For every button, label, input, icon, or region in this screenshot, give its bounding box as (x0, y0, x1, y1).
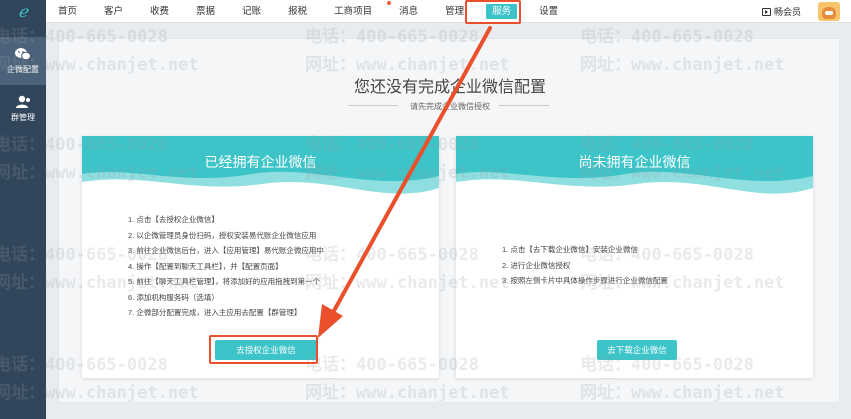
member-label: 畅会员 (774, 7, 802, 17)
card-header: 尚未拥有企业微信 (456, 136, 813, 208)
card-title: 尚未拥有企业微信 (578, 154, 691, 170)
nav-bookkeeping[interactable]: 记账 (242, 0, 261, 23)
top-nav-bar: ℯ 首页 客户 收费 票据 记账 报税 工商项目 消息 管理 服务 设置 畅会员 (0, 0, 851, 23)
annotation-highlight-service (465, 0, 521, 24)
avatar[interactable] (818, 2, 840, 21)
notification-dot (387, 1, 392, 5)
step-item: 5. 前往【聊天工具栏管理】，将添加好的应用拖拽到第一个 (128, 277, 321, 286)
step-item: 3. 前往企业微信后台，进入【应用管理】易代账企微应用中 (128, 246, 324, 255)
step-item: 7. 企微部分配置完成，进入主应用去配置【群管理】 (128, 308, 302, 317)
group-user-icon (16, 95, 30, 108)
wechat-work-icon (15, 48, 31, 61)
sidebar-item-label: 企微配置 (7, 65, 39, 74)
sidebar-item-label: 群管理 (11, 113, 35, 122)
nav-messages[interactable]: 消息 (387, 0, 419, 23)
steps-list: 1. 点击【去授权企业微信】 2. 以企微管理员身份扫码，授权安装易代账企业微信… (128, 212, 324, 321)
card-title: 已经拥有企业微信 (204, 154, 317, 170)
card-no-wechat-work: 尚未拥有企业微信 1. 点击【去下载企业微信】安装企业微信 2. 进行企业微信授… (456, 136, 813, 378)
nav-home[interactable]: 首页 (58, 0, 77, 23)
logo-icon: ℯ (18, 2, 28, 21)
step-item: 1. 点击【去下载企业微信】安装企业微信 (502, 245, 638, 254)
step-item: 1. 点击【去授权企业微信】 (128, 215, 219, 224)
steps-list: 1. 点击【去下载企业微信】安装企业微信 2. 进行企业微信授权 3. 按照左侧… (502, 242, 668, 289)
app-logo[interactable]: ℯ (0, 0, 46, 23)
step-item: 2. 进行企业微信授权 (502, 260, 571, 270)
play-icon (762, 7, 771, 16)
annotation-highlight-authorize (209, 335, 318, 364)
nav-customers[interactable]: 客户 (104, 0, 123, 23)
nav-charges[interactable]: 收费 (150, 0, 169, 23)
step-item: 2. 以企微管理员身份扫码，授权安装易代账企业微信应用 (128, 230, 317, 240)
page-subtitle: 请先完成企业微信授权 (410, 102, 490, 111)
step-item: 4. 操作【配置到聊天工具栏】，并【配置页面】 (128, 261, 283, 271)
card-header-wave (456, 136, 813, 208)
sidebar: 企微配置 群管理 (0, 23, 46, 419)
divider-right (499, 105, 549, 106)
step-item: 6. 添加机构服务码（选填） (128, 292, 219, 302)
main-panel: 您还没有完成企业微信配置 请先完成企业微信授权 已经拥有企业微信 1. 点击【去… (58, 38, 840, 403)
nav-invoices[interactable]: 票据 (196, 0, 215, 23)
page-title: 您还没有完成企业微信配置 (353, 79, 546, 96)
nav-manage[interactable]: 管理 (445, 0, 464, 23)
nav-settings[interactable]: 设置 (539, 0, 558, 23)
member-link[interactable]: 畅会员 (762, 5, 801, 18)
step-item: 3. 按照左侧卡片中具体操作步骤进行企业微信配置 (502, 276, 668, 285)
sidebar-item-wechat-config[interactable]: 企微配置 (0, 37, 46, 85)
nav-messages-label: 消息 (399, 6, 419, 17)
nav-business-projects[interactable]: 工商项目 (334, 0, 372, 23)
nav-tax[interactable]: 报税 (288, 0, 307, 23)
download-wechat-button[interactable]: 去下载企业微信 (597, 340, 677, 360)
sidebar-item-group-manage[interactable]: 群管理 (0, 85, 46, 133)
card-header-wave (82, 136, 439, 208)
card-header: 已经拥有企业微信 (82, 136, 439, 208)
